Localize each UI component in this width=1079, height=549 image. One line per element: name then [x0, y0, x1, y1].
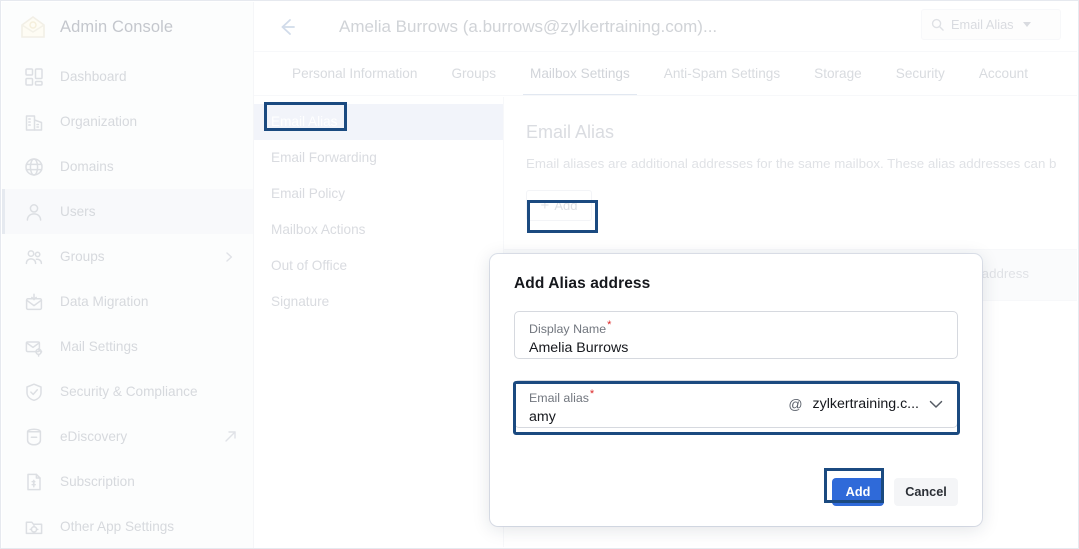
sidebar-item-mail-settings[interactable]: Mail Settings: [2, 324, 253, 369]
sidebar-item-label: Domains: [60, 159, 114, 174]
subnav-item-mailbox-actions[interactable]: Mailbox Actions: [254, 212, 503, 248]
tab-label: Storage: [814, 65, 862, 81]
sidebar-item-label: eDiscovery: [60, 429, 128, 444]
subnav-item-out-of-office[interactable]: Out of Office: [254, 248, 503, 284]
tab-groups[interactable]: Groups: [434, 52, 513, 95]
sidebar-item-label: Data Migration: [60, 294, 149, 309]
sidebar-item-data-migration[interactable]: Data Migration: [2, 279, 253, 324]
search-filter-dropdown[interactable]: Email Alias: [921, 9, 1061, 40]
invoice-icon: [27, 473, 41, 490]
panel-title: Email Alias: [526, 122, 615, 142]
tab-storage[interactable]: Storage: [797, 52, 879, 95]
tab-label: Personal Information: [292, 65, 418, 81]
tab-label: Groups: [451, 65, 497, 81]
app-window: Admin Console Dashboard Organization Domai…: [0, 0, 1079, 549]
globe-icon: [25, 157, 43, 176]
tab-label: Anti-Spam Settings: [663, 65, 781, 81]
shield-check-icon: [26, 382, 42, 401]
tab-label: Mailbox Settings: [530, 65, 630, 81]
search-icon: [931, 18, 944, 31]
dialog-footer: Add Cancel: [832, 478, 958, 506]
panel-description: Email aliases are additional addresses f…: [526, 156, 1057, 171]
tab-anti-spam-settings[interactable]: Anti-Spam Settings: [647, 52, 797, 95]
search-filter-label: Email Alias: [951, 17, 1014, 32]
tab-label: Security: [895, 65, 945, 81]
user-icon: [26, 203, 42, 221]
add-button[interactable]: Add: [832, 478, 884, 506]
required-marker: *: [607, 319, 612, 331]
plus-icon: +: [540, 197, 550, 214]
sidebar-nav-list: Dashboard Organization Domains Users Groups D…: [2, 54, 253, 548]
brand: Admin Console: [2, 2, 253, 52]
display-name-label-text: Display Name: [529, 322, 607, 337]
brand-title: Admin Console: [60, 17, 174, 36]
dashboard-grid-icon: [25, 67, 43, 86]
page-title: Amelia Burrows (a.burrows@zylkertraining…: [339, 16, 718, 36]
sidebar-item-security-compliance[interactable]: Security & Compliance: [2, 369, 253, 414]
subnav-item-email-forwarding[interactable]: Email Forwarding: [254, 140, 503, 176]
tab-bar: Personal Information Groups Mailbox Settin…: [254, 52, 1077, 96]
domain-value: zylkertraining.c...: [812, 396, 919, 412]
display-name-label: Display Name*: [529, 318, 943, 337]
sidebar-item-label: Groups: [60, 249, 105, 264]
subnav-item-email-alias[interactable]: Email Alias: [254, 104, 503, 140]
back-arrow-icon[interactable]: [276, 16, 298, 38]
dialog-title: Add Alias address: [514, 275, 651, 292]
group-people-icon: [25, 249, 43, 264]
subnav-item-signature[interactable]: Signature: [254, 284, 503, 320]
caret-down-icon: [1022, 22, 1031, 27]
cancel-button[interactable]: Cancel: [894, 478, 958, 506]
tab-security[interactable]: Security: [879, 52, 962, 95]
sidebar-item-label: Users: [60, 204, 96, 219]
add-alias-button[interactable]: + Add: [526, 190, 592, 221]
at-sign: @: [788, 396, 803, 412]
envelope-download-icon: [25, 292, 43, 310]
external-link-icon[interactable]: [224, 430, 237, 443]
sidebar-item-label: Other App Settings: [60, 519, 175, 534]
email-alias-label-text: Email alias: [529, 391, 589, 406]
add-alias-dialog: Add Alias address Display Name* Amelia B…: [490, 254, 982, 526]
tab-personal-information[interactable]: Personal Information: [275, 52, 434, 95]
search-bucket-icon: [26, 427, 42, 446]
sidebar-item-users[interactable]: Users: [2, 189, 253, 234]
sub-navigation: Email Alias Email Forwarding Email Policy M…: [254, 97, 504, 547]
tab-account[interactable]: Account: [962, 52, 1045, 95]
sidebar-item-other-app-settings[interactable]: Other App Settings: [2, 504, 253, 548]
sidebar-item-domains[interactable]: Domains: [2, 144, 253, 189]
topbar: Amelia Burrows (a.burrows@zylkertraining…: [254, 2, 1077, 52]
house-envelope-logo-icon: [21, 16, 45, 38]
display-name-field[interactable]: Display Name* Amelia Burrows: [514, 311, 958, 359]
required-marker: *: [589, 388, 595, 400]
folder-gear-icon: [25, 520, 43, 534]
tab-mailbox-settings[interactable]: Mailbox Settings: [513, 52, 647, 95]
sidebar-item-organization[interactable]: Organization: [2, 99, 253, 144]
display-name-input-value[interactable]: Amelia Burrows: [529, 338, 943, 359]
subnav-item-email-policy[interactable]: Email Policy: [254, 176, 503, 212]
tab-label: Account: [978, 65, 1028, 81]
chevron-right-icon[interactable]: [223, 251, 235, 263]
sidebar-item-label: Security & Compliance: [60, 384, 198, 399]
sidebar-item-dashboard[interactable]: Dashboard: [2, 54, 253, 99]
sidebar-item-subscription[interactable]: Subscription: [2, 459, 253, 504]
sidebar-item-label: Organization: [60, 114, 138, 129]
chevron-down-icon[interactable]: [929, 400, 943, 409]
building-icon: [25, 114, 43, 131]
sidebar-item-label: Dashboard: [60, 69, 127, 84]
email-alias-field[interactable]: Email alias* amy @ zylkertraining.c...: [514, 380, 958, 428]
sidebar-item-label: Subscription: [60, 474, 135, 489]
sidebar: Admin Console Dashboard Organization Domai…: [2, 2, 254, 548]
add-alias-button-label: Add: [554, 198, 578, 213]
sidebar-item-groups[interactable]: Groups: [2, 234, 253, 279]
envelope-gear-icon: [25, 340, 43, 357]
sidebar-item-ediscovery[interactable]: eDiscovery: [2, 414, 253, 459]
domain-selector[interactable]: @ zylkertraining.c...: [788, 381, 943, 427]
sidebar-item-label: Mail Settings: [60, 339, 138, 354]
